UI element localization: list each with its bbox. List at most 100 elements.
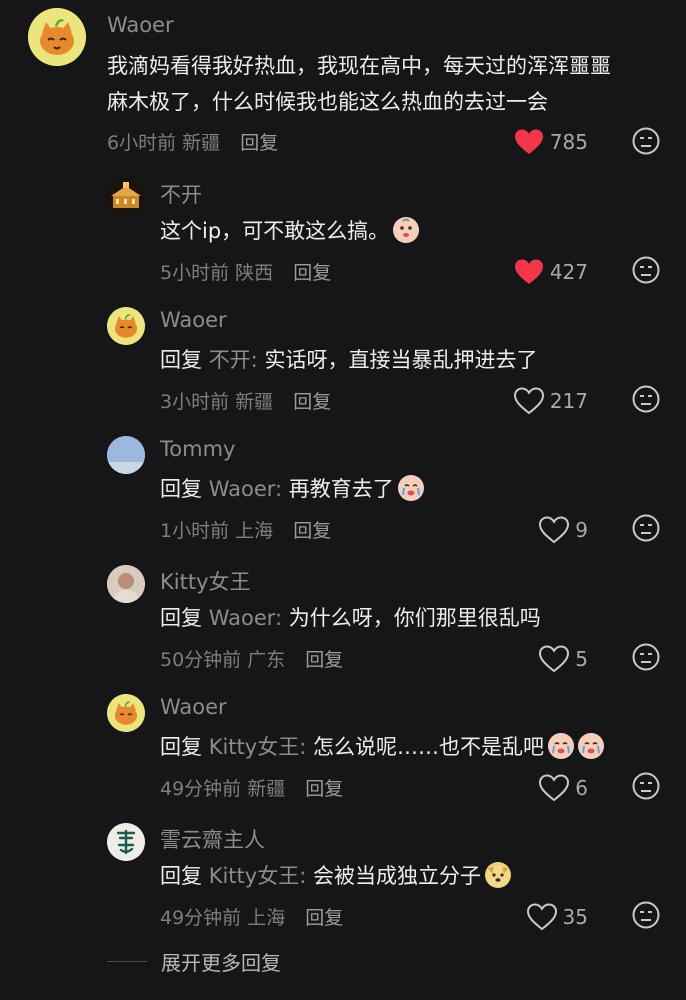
comment-location: 上海 (235, 520, 274, 542)
comment-location: 上海 (247, 907, 286, 929)
dislike-face-icon[interactable] (632, 772, 660, 800)
avatar[interactable] (107, 178, 145, 216)
reply-to-user[interactable]: Waoer: (209, 477, 282, 501)
like-count: 217 (549, 389, 588, 413)
dislike-face-icon[interactable] (632, 385, 660, 413)
reply-prefix: 回复 (160, 477, 202, 501)
like-count: 6 (575, 776, 588, 800)
comment-time: 50分钟前 (160, 649, 242, 671)
comment-time: 1小时前 (160, 520, 230, 542)
comment-text: 回复 Kitty女王: 会被当成独立分子 (160, 858, 511, 894)
dislike-face-icon[interactable] (632, 643, 660, 671)
dislike-face-icon[interactable] (632, 901, 660, 929)
username[interactable]: Waoer (160, 308, 227, 332)
reply-button[interactable]: 回复 (293, 262, 331, 284)
comment-location: 新疆 (247, 778, 286, 800)
username[interactable]: Waoer (107, 13, 174, 37)
comment-location: 新疆 (182, 132, 221, 154)
comment-meta: 5小时前 陕西 回复 (160, 258, 331, 285)
calligraphy-icon (107, 823, 145, 861)
orange-cat-icon (107, 694, 145, 732)
reply-button[interactable]: 回复 (305, 778, 343, 800)
like-button[interactable]: 6 (539, 774, 588, 802)
like-count: 9 (575, 518, 588, 542)
reply-button[interactable]: 回复 (240, 132, 278, 154)
reply-prefix: 回复 (160, 735, 202, 759)
comment-meta: 1小时前 上海 回复 (160, 516, 331, 543)
comment-text-content: 为什么呀，你们那里很乱吗 (288, 606, 541, 630)
comment-meta: 49分钟前 上海 回复 (160, 903, 343, 930)
night-building-icon (107, 178, 145, 216)
face-emoji-icon (393, 217, 420, 243)
heart-outline-icon (513, 387, 544, 415)
expand-replies-label: 展开更多回复 (161, 951, 281, 975)
reply-button[interactable]: 回复 (293, 520, 331, 542)
reply-button[interactable]: 回复 (305, 907, 343, 929)
comment-item: Waoer 我滴妈看得我好热血，我现在高中，每天过的浑浑噩噩 麻木极了，什么时候… (0, 0, 686, 160)
comment-text: 回复 不开: 实话呀，直接当暴乱押进去了 (160, 342, 537, 378)
reply-item: Waoer 回复 Kitty女王: 怎么说呢……也不是乱吧 49分钟前 新疆 回… (0, 686, 686, 811)
heart-outline-icon (539, 645, 570, 673)
reply-button[interactable]: 回复 (293, 391, 331, 413)
reply-to-user[interactable]: Waoer: (209, 606, 282, 630)
crying-face-emoji-icon (547, 733, 574, 759)
comment-text: 回复 Waoer: 为什么呀，你们那里很乱吗 (160, 600, 541, 636)
comment-meta: 49分钟前 新疆 回复 (160, 774, 343, 801)
comment-text-content: 这个ip，可不敢这么搞。 (160, 219, 390, 243)
avatar[interactable] (107, 823, 145, 861)
username[interactable]: 不开 (160, 179, 202, 209)
like-button[interactable]: 5 (539, 645, 588, 673)
reply-to-user[interactable]: Kitty女王: (209, 864, 307, 888)
like-count: 35 (562, 905, 588, 929)
comment-time: 49分钟前 (160, 778, 242, 800)
avatar[interactable] (107, 307, 145, 345)
comment-text: 我滴妈看得我好热血，我现在高中，每天过的浑浑噩噩 麻木极了，什么时候我也能这么热… (107, 48, 611, 120)
sky-icon (107, 436, 145, 474)
reply-to-user[interactable]: 不开: (209, 348, 258, 372)
comment-location: 新疆 (235, 391, 274, 413)
crying-face-emoji-icon (397, 475, 424, 501)
comment-meta: 50分钟前 广东 回复 (160, 645, 343, 672)
comment-time: 5小时前 (160, 262, 230, 284)
dislike-face-icon[interactable] (632, 127, 660, 155)
dog-face-emoji-icon (484, 862, 511, 888)
username[interactable]: Kitty女王 (160, 566, 251, 596)
like-button[interactable]: 217 (513, 387, 588, 415)
comment-time: 6小时前 (107, 132, 177, 154)
like-button[interactable]: 427 (514, 258, 588, 286)
reply-to-user[interactable]: Kitty女王: (209, 735, 307, 759)
comment-meta: 6小时前 新疆 回复 (107, 128, 278, 155)
like-button[interactable]: 785 (514, 128, 588, 156)
like-button[interactable]: 9 (539, 516, 588, 544)
comment-meta: 3小时前 新疆 回复 (160, 387, 331, 414)
comment-text: 回复 Waoer: 再教育去了 (160, 471, 424, 507)
heart-filled-icon (514, 259, 543, 284)
like-count: 427 (549, 260, 588, 284)
dislike-face-icon[interactable] (632, 514, 660, 542)
comment-time: 3小时前 (160, 391, 230, 413)
avatar[interactable] (107, 436, 145, 474)
comment-text-content: 实话呀，直接当暴乱押进去了 (264, 348, 538, 372)
like-button[interactable]: 35 (526, 903, 588, 931)
reply-item: Kitty女王 回复 Waoer: 为什么呀，你们那里很乱吗 50分钟前 广东 … (0, 557, 686, 682)
username[interactable]: Tommy (160, 437, 235, 461)
reply-button[interactable]: 回复 (305, 649, 343, 671)
comment-text-content: 怎么说呢……也不是乱吧 (312, 735, 544, 759)
avatar[interactable] (28, 8, 86, 66)
dislike-face-icon[interactable] (632, 256, 660, 284)
comment-text-line: 麻木极了，什么时候我也能这么热血的去过一会 (107, 90, 548, 114)
divider (107, 961, 147, 962)
reply-prefix: 回复 (160, 348, 202, 372)
username[interactable]: 霅云齋主人 (160, 824, 265, 854)
heart-outline-icon (539, 516, 570, 544)
orange-cat-icon (28, 8, 86, 66)
avatar[interactable] (107, 565, 145, 603)
avatar[interactable] (107, 694, 145, 732)
comment-text: 回复 Kitty女王: 怎么说呢……也不是乱吧 (160, 729, 604, 765)
expand-replies-button[interactable]: 展开更多回复 (107, 947, 281, 976)
comment-text-line: 我滴妈看得我好热血，我现在高中，每天过的浑浑噩噩 (107, 54, 611, 78)
username[interactable]: Waoer (160, 695, 227, 719)
comment-text-content: 再教育去了 (288, 477, 394, 501)
comment-text: 这个ip，可不敢这么搞。 (160, 213, 420, 249)
like-count: 5 (575, 647, 588, 671)
